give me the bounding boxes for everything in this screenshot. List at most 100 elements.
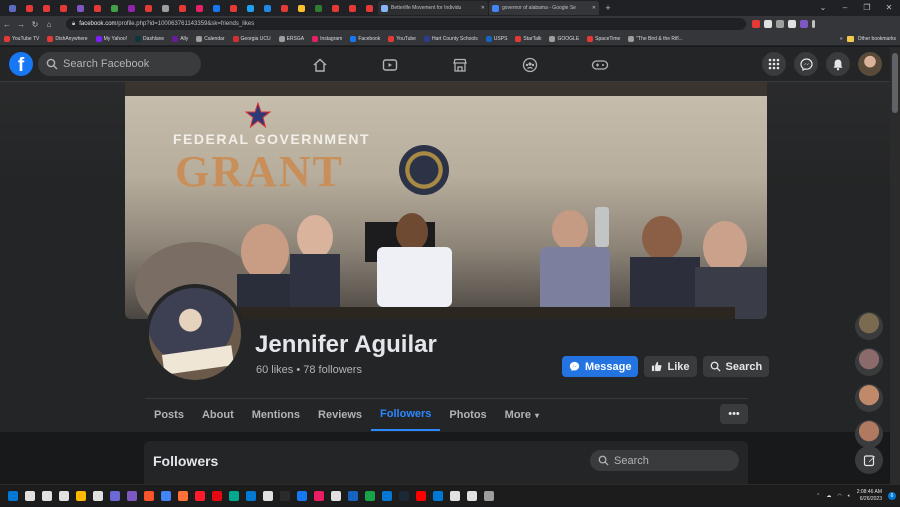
volume-icon[interactable]: 🔈︎ <box>848 493 851 499</box>
taskbar-app-icon[interactable] <box>261 489 275 503</box>
taskbar-app-icon[interactable] <box>227 489 241 503</box>
system-clock[interactable]: 2:08:46 AM 6/26/2023 <box>857 489 882 503</box>
nav-video[interactable] <box>355 47 425 82</box>
browser-tab[interactable] <box>327 1 343 15</box>
bookmark-item[interactable]: YouTube <box>388 35 416 42</box>
chevron-down-icon[interactable]: ⌄ <box>812 0 834 16</box>
cloud-icon[interactable]: ☁ <box>826 493 831 499</box>
taskbar-app-icon[interactable] <box>57 489 71 503</box>
taskbar-app-icon[interactable] <box>125 489 139 503</box>
taskbar-app-icon[interactable] <box>91 489 105 503</box>
new-message-button[interactable] <box>855 446 883 474</box>
tab-reviews[interactable]: Reviews <box>309 399 371 431</box>
tab-mentions[interactable]: Mentions <box>243 399 309 431</box>
tab-posts[interactable]: Posts <box>145 399 193 431</box>
taskbar-app-icon[interactable] <box>397 489 411 503</box>
browser-tab[interactable] <box>4 1 20 15</box>
bookmark-item[interactable]: GOOGLE <box>549 35 579 42</box>
taskbar-app-icon[interactable] <box>482 489 496 503</box>
bookmark-item[interactable]: ERSGA <box>278 35 304 42</box>
chat-head-avatar[interactable] <box>855 348 883 376</box>
scrollbar-thumb[interactable] <box>892 53 898 113</box>
back-icon[interactable]: ← <box>0 20 14 29</box>
profile-picture[interactable] <box>145 284 245 384</box>
taskbar-app-icon[interactable] <box>108 489 122 503</box>
chat-head-avatar[interactable] <box>855 312 883 340</box>
nav-home[interactable] <box>285 47 355 82</box>
browser-tab[interactable] <box>123 1 139 15</box>
bookmark-item[interactable]: YouTube TV <box>4 35 39 42</box>
other-bookmarks[interactable]: » Other bookmarks <box>835 32 896 45</box>
browser-tab[interactable] <box>174 1 190 15</box>
reload-icon[interactable]: ↻ <box>28 20 42 29</box>
puzzle-icon[interactable] <box>776 20 784 28</box>
facebook-logo-icon[interactable]: f <box>9 52 33 76</box>
close-tab-icon[interactable]: ✕ <box>592 5 596 11</box>
close-icon[interactable]: ✕ <box>878 0 900 16</box>
nav-groups[interactable] <box>495 47 565 82</box>
like-button[interactable]: Like <box>644 356 697 377</box>
browser-tab[interactable]: governor of alabama - Google Se ✕ <box>489 1 599 15</box>
taskbar-app-icon[interactable] <box>210 489 224 503</box>
taskbar-app-icon[interactable] <box>193 489 207 503</box>
taskbar-app-icon[interactable] <box>448 489 462 503</box>
messenger-button[interactable] <box>794 52 818 76</box>
browser-tab[interactable] <box>293 1 309 15</box>
profile-stats[interactable]: 60 likes • 78 followers <box>256 364 362 376</box>
browser-tab[interactable] <box>21 1 37 15</box>
browser-tab[interactable] <box>72 1 88 15</box>
browser-tab[interactable] <box>361 1 377 15</box>
browser-tab[interactable] <box>89 1 105 15</box>
close-tab-icon[interactable]: ✕ <box>481 5 485 11</box>
taskbar-app-icon[interactable] <box>431 489 445 503</box>
notification-badge[interactable]: 6 <box>888 492 896 500</box>
address-bar[interactable]: 🔒︎ facebook.com/profile.php?id=100063761… <box>66 18 746 30</box>
bookmark-item[interactable]: Ally <box>172 35 188 42</box>
bookmark-item[interactable]: Instagram <box>312 35 342 42</box>
taskbar-app-icon[interactable] <box>312 489 326 503</box>
bookmark-item[interactable]: Hart County Schools <box>423 35 478 42</box>
bookmark-item[interactable]: Georgia UCU <box>232 35 271 42</box>
taskbar-app-icon[interactable] <box>40 489 54 503</box>
browser-tab[interactable] <box>344 1 360 15</box>
nav-gaming[interactable] <box>565 47 635 82</box>
bookmark-item[interactable]: Calendar <box>196 35 225 42</box>
browser-tab[interactable] <box>208 1 224 15</box>
more-options-button[interactable]: ••• <box>720 404 748 424</box>
browser-tab[interactable] <box>38 1 54 15</box>
taskbar-app-icon[interactable] <box>74 489 88 503</box>
taskbar-app-icon[interactable] <box>329 489 343 503</box>
wifi-icon[interactable]: ◠ <box>837 493 841 499</box>
bookmark-item[interactable]: StarTalk <box>515 35 541 42</box>
maximize-icon[interactable]: ❐ <box>856 0 878 16</box>
tab-about[interactable]: About <box>193 399 243 431</box>
taskbar-app-icon[interactable] <box>142 489 156 503</box>
browser-tab[interactable] <box>157 1 173 15</box>
bookmark-item[interactable]: Dashlane <box>135 35 164 42</box>
taskbar-app-icon[interactable] <box>295 489 309 503</box>
bookmark-item[interactable]: My Yahoo! <box>95 35 127 42</box>
followers-search-input[interactable]: Search <box>590 450 739 471</box>
page-scrollbar[interactable] <box>890 47 900 484</box>
account-avatar[interactable] <box>858 52 882 76</box>
chevron-up-icon[interactable]: ⌃ <box>816 493 820 499</box>
minimize-icon[interactable]: – <box>834 0 856 16</box>
chevron-right-icon[interactable]: » <box>840 36 843 42</box>
taskbar-app-icon[interactable] <box>176 489 190 503</box>
browser-tab[interactable]: Betterlife Movement for Individu ✕ <box>378 1 488 15</box>
browser-tab[interactable] <box>55 1 71 15</box>
menu-grid-button[interactable] <box>762 52 786 76</box>
new-tab-icon[interactable]: + <box>600 1 616 15</box>
tab-more[interactable]: More ▾ <box>496 399 548 431</box>
notifications-button[interactable] <box>826 52 850 76</box>
browser-tab[interactable] <box>225 1 241 15</box>
browser-tab[interactable] <box>191 1 207 15</box>
browser-menu-icon[interactable] <box>812 20 815 28</box>
taskbar-app-icon[interactable] <box>244 489 258 503</box>
taskbar-app-icon[interactable] <box>363 489 377 503</box>
bookmark-item[interactable]: SpaceTime <box>587 35 620 42</box>
facebook-search-input[interactable]: Search Facebook <box>38 52 201 76</box>
extension-icon[interactable] <box>752 20 760 28</box>
bookmark-item[interactable]: DishAnywhere <box>47 35 88 42</box>
taskbar-app-icon[interactable] <box>465 489 479 503</box>
